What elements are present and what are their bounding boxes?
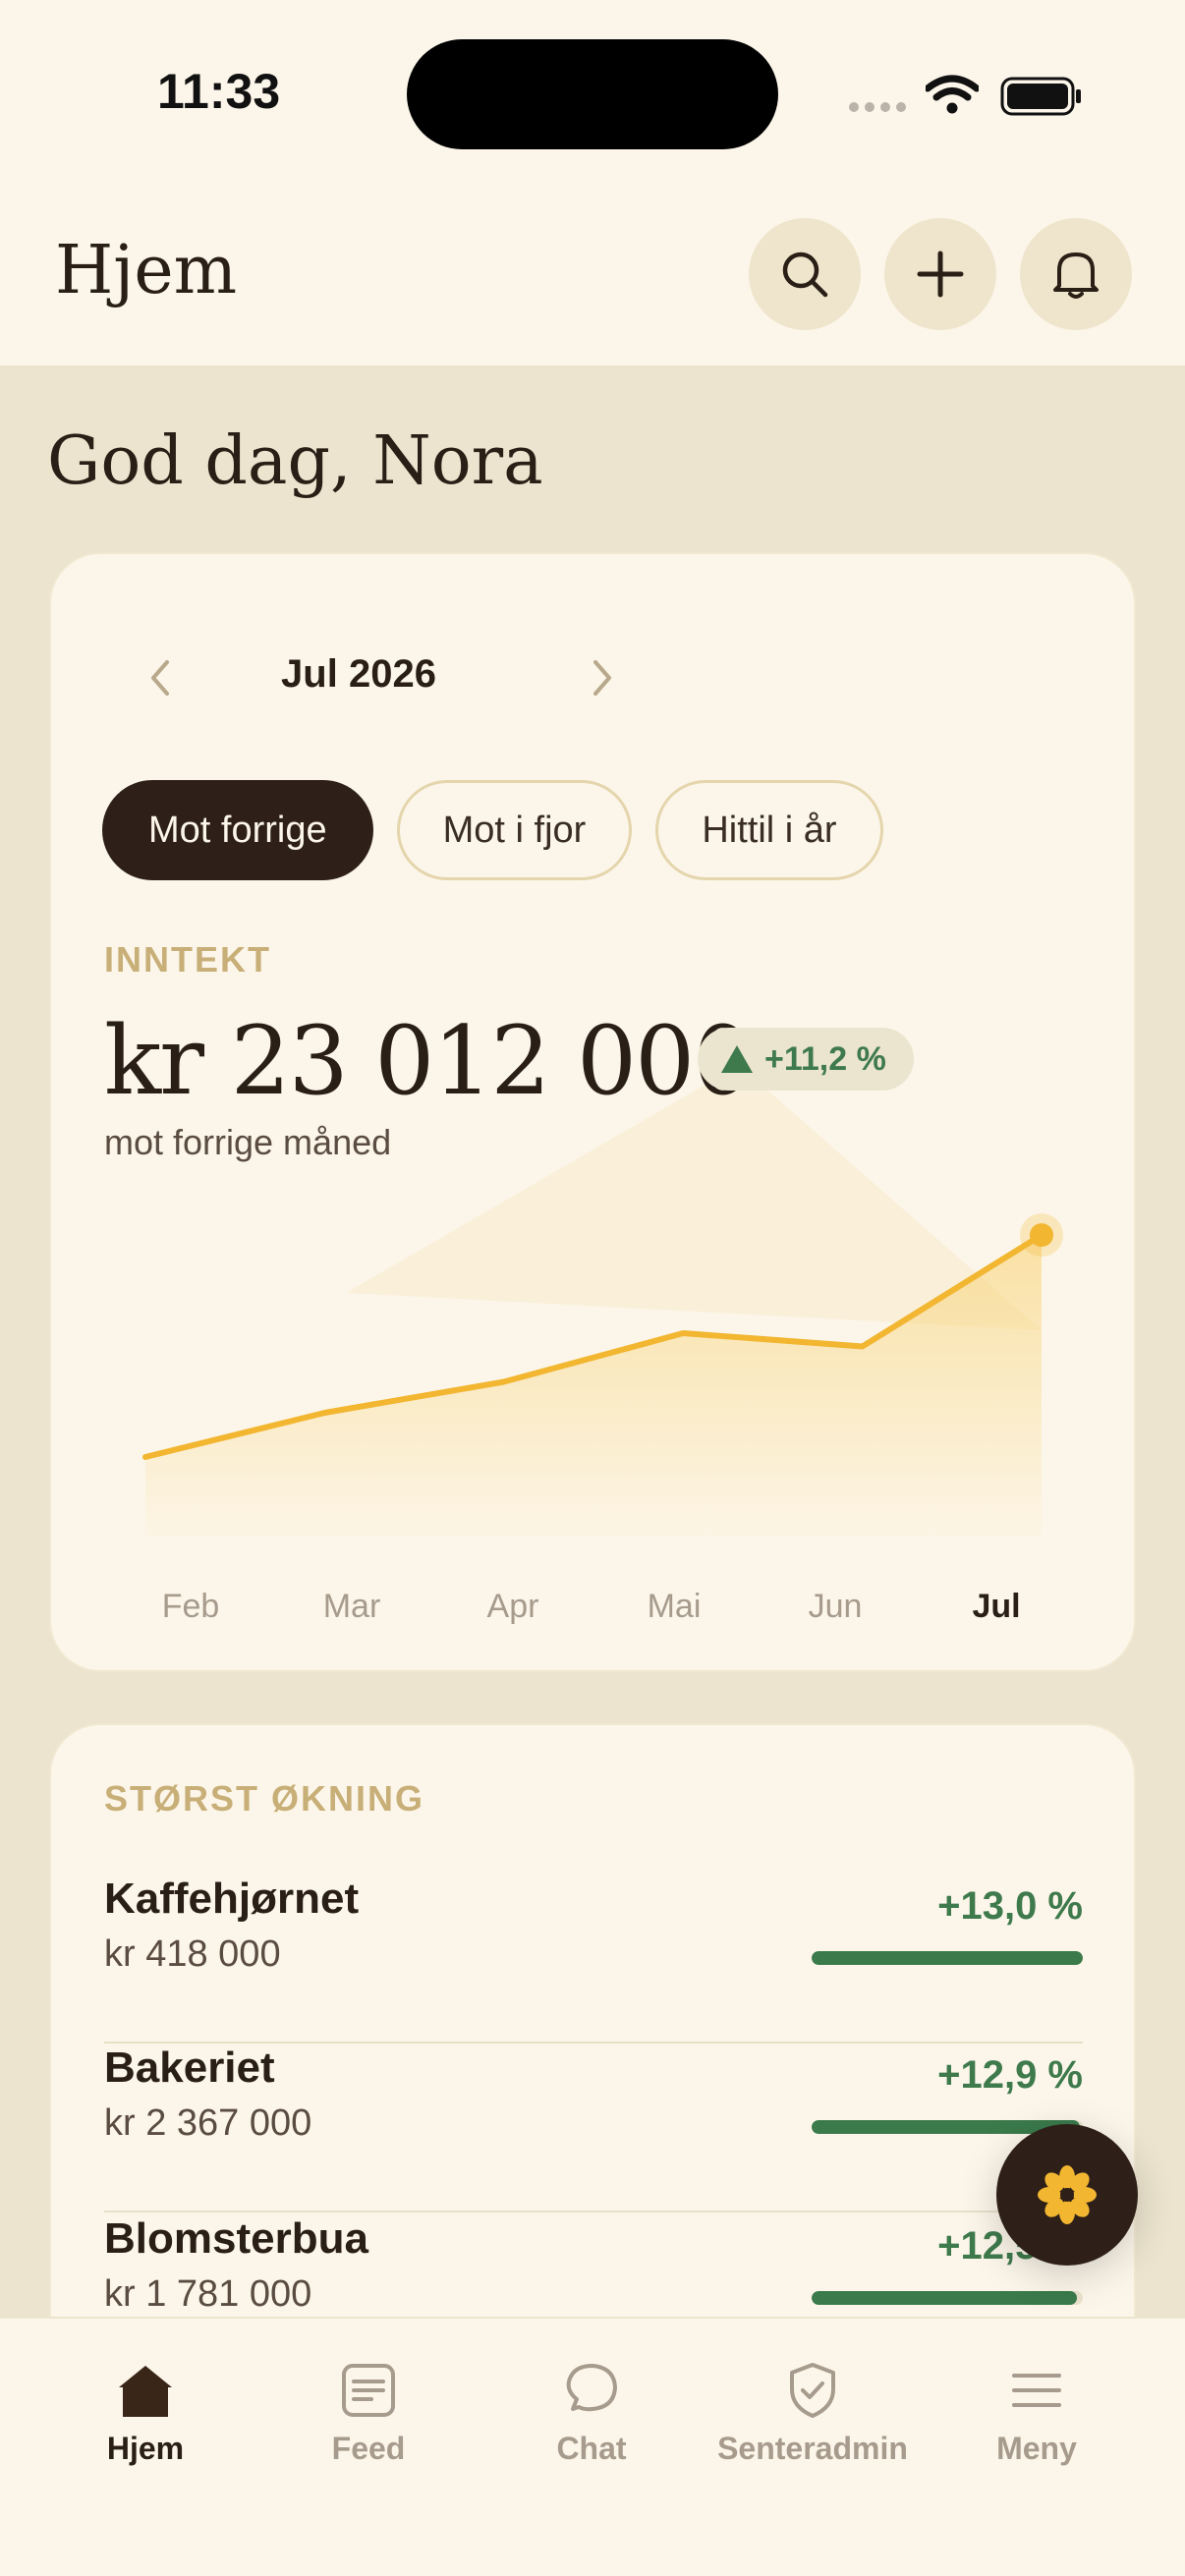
tab-label: Chat <box>556 2431 627 2466</box>
growth-bar-fill <box>812 2291 1078 2305</box>
search-button[interactable] <box>749 218 861 330</box>
store-change: +12,9 % <box>937 2053 1083 2097</box>
store-name: Bakeriet <box>104 2044 275 2092</box>
growth-bar <box>812 1951 1083 1965</box>
x-tick-label[interactable]: Jun <box>809 1588 863 1625</box>
store-name: Kaffehjørnet <box>104 1875 360 1923</box>
feed-icon <box>342 2364 395 2417</box>
tab-meny[interactable]: Meny <box>919 2360 1155 2488</box>
assistant-fab[interactable] <box>996 2124 1138 2266</box>
battery-icon <box>1000 77 1081 116</box>
store-amount: kr 2 367 000 <box>104 2102 312 2144</box>
growth-bar <box>812 2291 1083 2305</box>
revenue-label: INNTEKT <box>104 939 271 980</box>
dynamic-island <box>407 39 778 149</box>
revenue-card: Jul 2026 Mot forrige Mot i fjor Hittil i… <box>49 552 1136 1672</box>
cellular-signal-icon <box>849 102 906 112</box>
tab-hjem[interactable]: Hjem <box>28 2360 263 2488</box>
tab-feed[interactable]: Feed <box>251 2360 486 2488</box>
status-time: 11:33 <box>157 64 281 119</box>
store-amount: kr 418 000 <box>104 1933 281 1975</box>
up-triangle-icon <box>721 1045 753 1073</box>
x-tick-label[interactable]: Jul <box>972 1588 1020 1625</box>
greeting: God dag, Nora <box>47 422 543 500</box>
tab-senteradmin[interactable]: Senteradmin <box>695 2360 931 2488</box>
list-item[interactable]: Kaffehjørnet kr 418 000 +13,0 % <box>104 1875 1083 2044</box>
change-badge: +11,2 % <box>698 1028 914 1091</box>
wifi-icon <box>926 75 979 114</box>
plus-icon <box>917 251 964 298</box>
tab-label: Hjem <box>106 2431 185 2466</box>
flower-icon <box>1038 2165 1097 2224</box>
store-name: Blomsterbua <box>104 2214 368 2263</box>
change-value: +11,2 % <box>764 1039 886 1078</box>
search-icon <box>782 252 828 298</box>
tab-chat[interactable]: Chat <box>474 2360 709 2488</box>
growth-bar-fill <box>812 1951 1083 1965</box>
menu-icon <box>1012 2374 1061 2407</box>
section-label: STØRST ØKNING <box>104 1778 425 1819</box>
chat-icon <box>566 2364 617 2412</box>
tab-label: Senteradmin <box>717 2431 908 2466</box>
tab-bar: Hjem Feed Chat Senteradmin Meny <box>0 2317 1185 2576</box>
bell-icon <box>1053 252 1099 299</box>
x-tick-label[interactable]: Mar <box>323 1588 381 1625</box>
divider <box>104 2211 1083 2212</box>
revenue-amount: kr 23 012 000 <box>104 1006 753 1116</box>
list-item[interactable]: Bakeriet kr 2 367 000 +12,9 % <box>104 2044 1083 2212</box>
tab-label: Feed <box>331 2431 406 2466</box>
x-tick-label[interactable]: Apr <box>487 1588 539 1625</box>
store-change: +13,0 % <box>937 1884 1083 1928</box>
top-bar: 11:33 Hjem <box>0 0 1185 365</box>
notifications-button[interactable] <box>1020 218 1132 330</box>
x-tick-label[interactable]: Mai <box>648 1588 702 1625</box>
add-button[interactable] <box>884 218 996 330</box>
chart-point[interactable] <box>1030 1223 1053 1248</box>
home-icon <box>119 2366 172 2417</box>
store-amount: kr 1 781 000 <box>104 2273 312 2315</box>
tab-label: Meny <box>996 2431 1077 2466</box>
revenue-subtitle: mot forrige måned <box>104 1122 392 1162</box>
page-title: Hjem <box>55 232 238 309</box>
shield-check-icon <box>790 2363 835 2418</box>
x-tick-label[interactable]: Feb <box>162 1588 220 1625</box>
